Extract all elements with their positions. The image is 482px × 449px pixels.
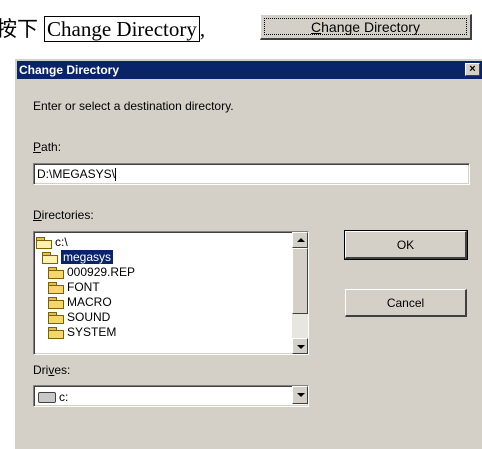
directory-name: FONT (67, 280, 100, 294)
directory-item[interactable]: FONT (48, 279, 100, 295)
path-mnemonic: P (33, 140, 42, 154)
arrow-down-icon (297, 345, 305, 349)
directory-name: SYSTEM (67, 325, 117, 339)
drives-label: Drives: (33, 363, 70, 377)
text-caret (115, 168, 117, 182)
folder-icon (48, 297, 64, 310)
path-input[interactable]: D:\MEGASYS\ (33, 163, 470, 185)
directory-name: megasys (61, 250, 114, 264)
cancel-button[interactable]: Cancel (345, 289, 467, 317)
close-icon[interactable]: × (465, 63, 480, 76)
instruction-target: Change Directory (44, 16, 200, 42)
folder-icon (48, 327, 64, 340)
directory-item[interactable]: MACRO (48, 294, 112, 310)
instruction-prefix: 按下 (0, 17, 38, 41)
mnemonic-char: C (311, 19, 322, 35)
prompt-text: Enter or select a destination directory. (33, 99, 234, 113)
scroll-thumb[interactable] (292, 248, 308, 314)
directory-item[interactable]: SOUND (48, 309, 110, 325)
arrow-up-icon (297, 238, 305, 242)
path-label-rest: ath: (41, 140, 62, 154)
folder-icon (48, 282, 64, 295)
directory-name: MACRO (67, 295, 112, 309)
path-value: D:\MEGASYS\ (37, 167, 116, 181)
drives-select[interactable]: c: (33, 385, 309, 407)
scroll-up-button[interactable] (292, 232, 308, 248)
dialog-title-bar[interactable]: Change Directory × (17, 61, 482, 79)
directories-label-rest: irectories: (41, 208, 94, 222)
directory-item[interactable]: c:\ (36, 234, 68, 250)
change-directory-dialog: Change Directory × Enter or select a des… (14, 58, 482, 449)
drive-icon (38, 392, 56, 404)
instruction-suffix: , (199, 17, 206, 41)
change-directory-button[interactable]: Change Directory (260, 14, 472, 40)
dialog-title: Change Directory (19, 63, 120, 77)
directory-item[interactable]: 000929.REP (48, 264, 135, 280)
drives-label-pre: Dri (33, 363, 49, 377)
directory-item[interactable]: SYSTEM (48, 324, 116, 340)
directory-name: SOUND (67, 310, 111, 324)
directories-list[interactable]: c:\ megasys 000929.REP FONT MACRO SOUND SYSTEM (33, 231, 309, 355)
directories-scrollbar[interactable] (292, 232, 308, 354)
folder-icon (48, 312, 64, 325)
directories-mnemonic: D (33, 208, 42, 222)
drives-dropdown-button[interactable] (292, 386, 308, 404)
folder-icon (48, 267, 64, 280)
button-label-rest: hange Directory (321, 19, 420, 35)
open-folder-icon (36, 237, 52, 250)
directory-name: 000929.REP (67, 265, 136, 279)
ok-button[interactable]: OK (344, 230, 468, 260)
directories-label: Directories: (33, 208, 94, 222)
open-folder-icon (42, 252, 58, 265)
drive-selected: c: (38, 389, 68, 405)
instruction-text: 按下 Change Directory, (0, 16, 205, 42)
chevron-down-icon (297, 393, 305, 397)
path-label: Path: (33, 140, 61, 154)
drives-label-rest: es: (54, 363, 71, 377)
drive-value: c: (59, 390, 69, 404)
scroll-down-button[interactable] (292, 338, 308, 354)
directory-name: c:\ (55, 235, 68, 249)
directory-item[interactable]: megasys (42, 249, 114, 265)
